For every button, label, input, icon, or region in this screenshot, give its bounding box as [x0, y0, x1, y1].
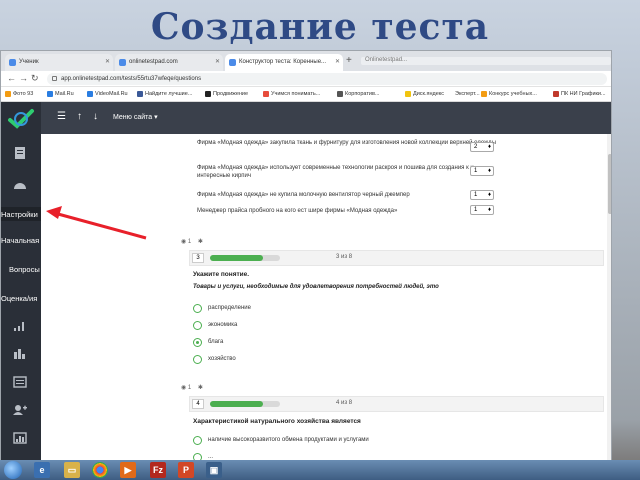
annotation-arrow — [46, 206, 147, 240]
start-button[interactable] — [4, 461, 22, 479]
chrome-icon[interactable] — [92, 462, 108, 478]
app-icon[interactable]: ▣ — [206, 462, 222, 478]
folder-icon[interactable]: ▭ — [64, 462, 80, 478]
powerpoint-icon[interactable]: P — [178, 462, 194, 478]
os-taskbar: e ▭ ▶ Fz P ▣ — [0, 460, 640, 480]
ie-icon[interactable]: e — [34, 462, 50, 478]
media-player-icon[interactable]: ▶ — [120, 462, 136, 478]
filezilla-icon[interactable]: Fz — [150, 462, 166, 478]
